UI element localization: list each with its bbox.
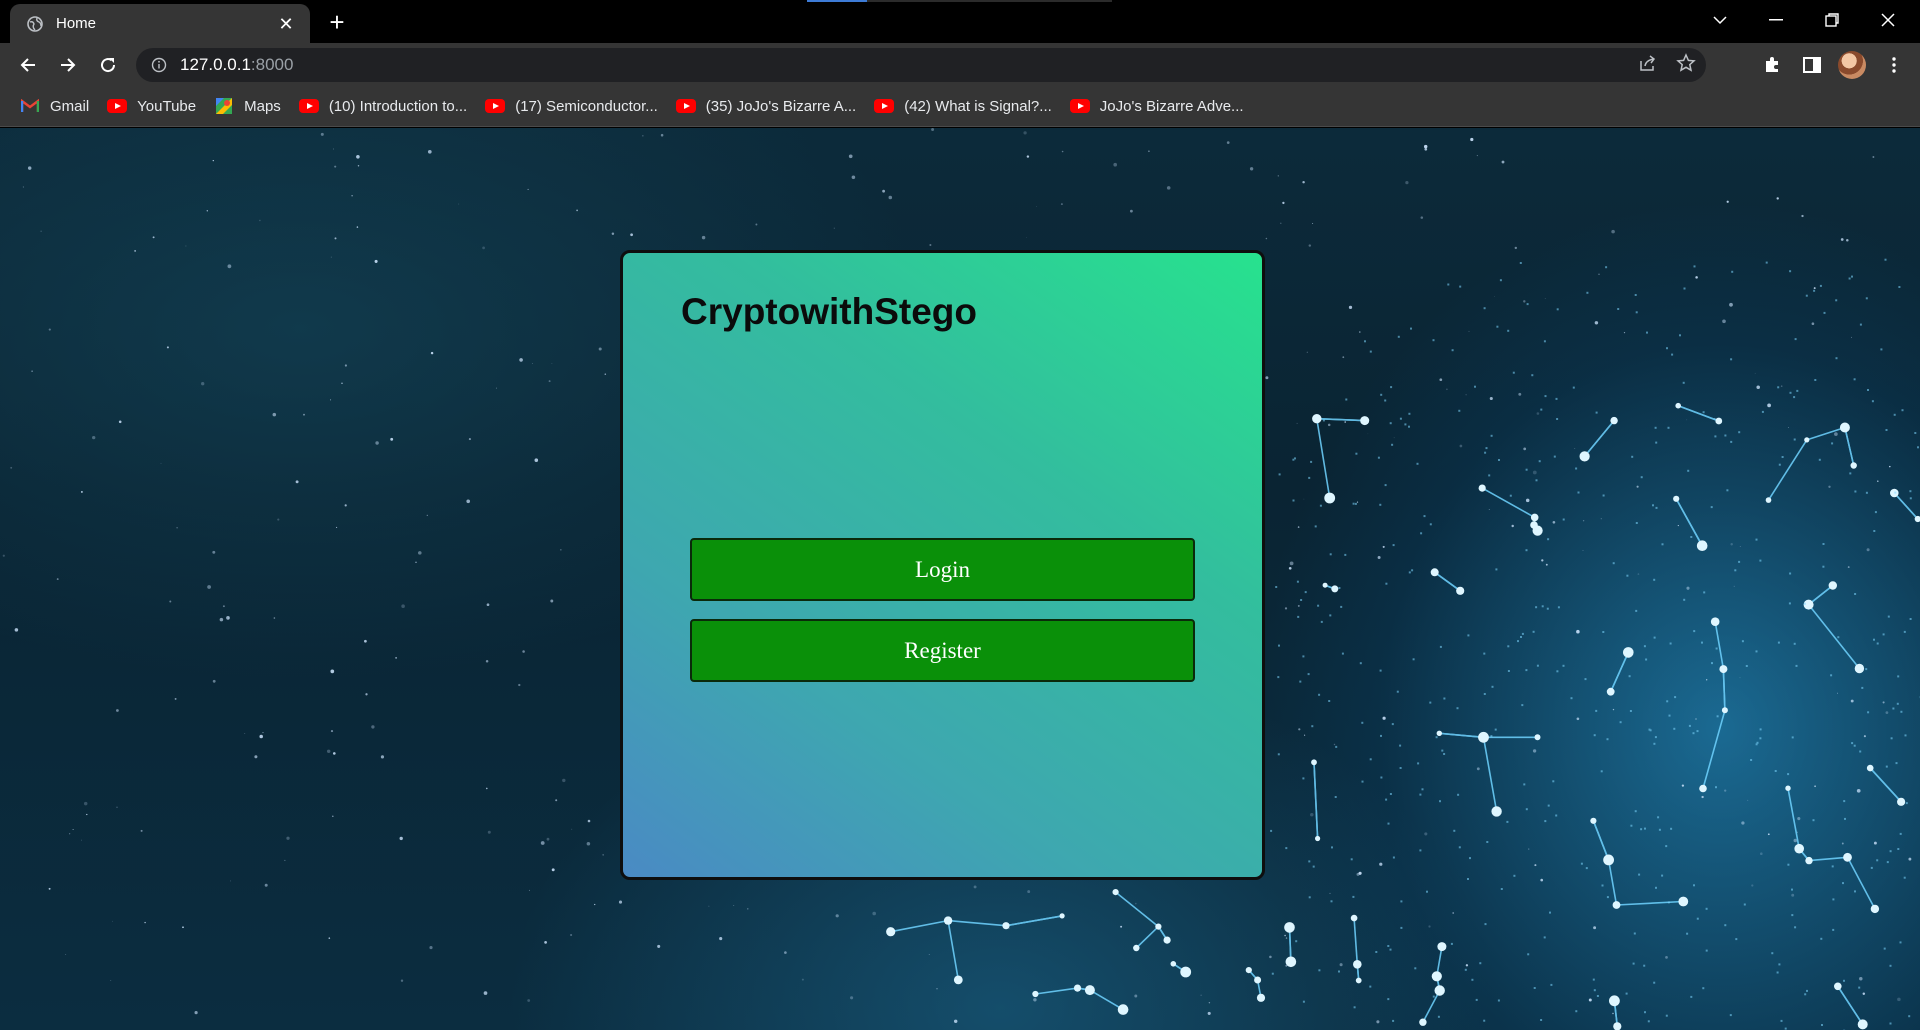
bookmark-label: (42) What is Signal?...: [904, 97, 1052, 115]
login-card: CryptowithStego Login Register: [620, 250, 1265, 880]
youtube-icon: [107, 98, 128, 114]
gmail-icon: [20, 98, 40, 114]
extensions-puzzle-icon[interactable]: [1756, 49, 1788, 81]
bookmark-introduction[interactable]: (10) Introduction to...: [297, 92, 475, 120]
youtube-icon: [675, 98, 696, 114]
bookmark-label: (10) Introduction to...: [328, 97, 468, 115]
site-info-icon[interactable]: [150, 56, 168, 74]
bookmark-label: Gmail: [50, 97, 90, 115]
app-title: CryptowithStego: [681, 291, 977, 332]
back-arrow-icon[interactable]: [12, 49, 44, 81]
page-background: CryptowithStego Login Register: [0, 128, 1920, 1030]
bookmark-youtube[interactable]: YouTube: [105, 92, 204, 120]
bookmark-star-icon[interactable]: [1676, 52, 1696, 78]
bookmark-label: (35) JoJo's Bizarre A...: [705, 97, 857, 115]
url-host: 127.0.0.1: [180, 55, 251, 74]
bookmarks-bar: Gmail YouTube Maps (10) Introduction to.…: [0, 86, 1920, 127]
share-icon[interactable]: [1638, 54, 1658, 77]
tab-search-icon[interactable]: [1692, 0, 1748, 40]
tab-strip: Home ✕ +: [0, 0, 1920, 43]
register-button[interactable]: Register: [690, 619, 1195, 682]
minimize-icon[interactable]: [1748, 0, 1804, 40]
bookmark-label: JoJo's Bizarre Adve...: [1099, 97, 1244, 115]
youtube-icon: [485, 98, 506, 114]
bookmark-jojo-1[interactable]: (35) JoJo's Bizarre A...: [674, 92, 864, 120]
tab-home[interactable]: Home ✕: [10, 4, 310, 43]
login-button[interactable]: Login: [690, 538, 1195, 601]
url-port: :8000: [250, 55, 294, 74]
youtube-icon: [298, 98, 319, 114]
profile-avatar[interactable]: [1838, 51, 1866, 79]
tab-title: Home: [56, 15, 97, 32]
new-tab-button[interactable]: +: [322, 8, 352, 38]
forward-arrow-icon[interactable]: [52, 49, 84, 81]
menu-kebab-icon[interactable]: [1878, 49, 1910, 81]
reload-icon[interactable]: [92, 49, 124, 81]
bookmark-label: YouTube: [137, 97, 197, 115]
bookmark-label: (17) Semiconductor...: [515, 97, 658, 115]
bookmark-signal[interactable]: (42) What is Signal?...: [872, 92, 1060, 120]
side-panel-icon[interactable]: [1796, 49, 1828, 81]
address-bar[interactable]: 127.0.0.1:8000: [136, 48, 1706, 82]
tab-loading-indicator: [807, 0, 1112, 2]
close-window-icon[interactable]: [1860, 0, 1916, 40]
tab-close-icon[interactable]: ✕: [276, 14, 296, 34]
bookmark-semiconductor[interactable]: (17) Semiconductor...: [483, 92, 666, 120]
bookmark-jojo-2[interactable]: JoJo's Bizarre Adve...: [1068, 92, 1252, 120]
maps-icon: [214, 98, 234, 114]
browser-toolbar: 127.0.0.1:8000: [0, 43, 1920, 86]
globe-icon: [26, 15, 44, 33]
bookmark-maps[interactable]: Maps: [212, 92, 289, 120]
bookmark-label: Maps: [244, 97, 281, 115]
url-text: 127.0.0.1:8000: [180, 55, 293, 75]
youtube-icon: [1069, 98, 1090, 114]
bookmark-gmail[interactable]: Gmail: [18, 92, 97, 120]
youtube-icon: [874, 98, 895, 114]
restore-icon[interactable]: [1804, 0, 1860, 40]
